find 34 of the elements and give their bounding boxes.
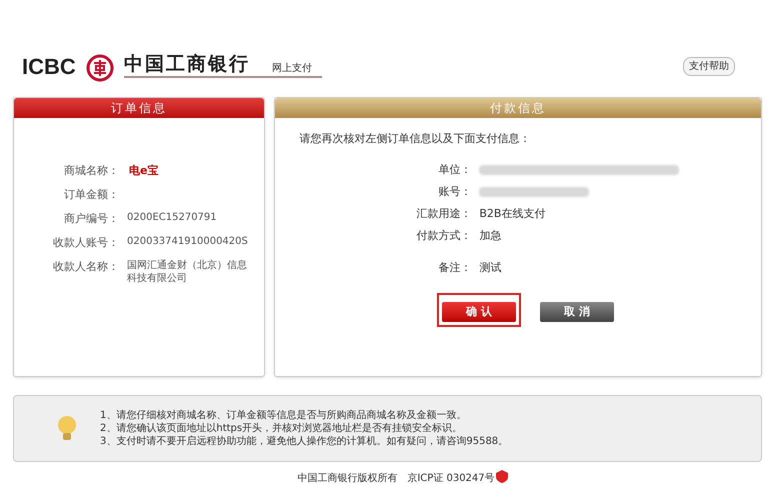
field-value: 加急 bbox=[479, 228, 502, 244]
logo-text: ICBC bbox=[22, 56, 76, 78]
help-button[interactable]: 支付帮助 bbox=[683, 56, 735, 76]
notice-line: 1、请您仔细核对商城名称、订单金额等信息是否与所购商品商城名称及金额一致。 bbox=[100, 409, 468, 422]
field-label: 商户编号： bbox=[63, 211, 119, 227]
notice-line: 2、请您确认该页面地址以https开头，并核对浏览器地址栏是否有挂锁安全标识。 bbox=[100, 422, 464, 435]
field-value: 国网汇通金财（北京）信息科技有限公司 bbox=[127, 259, 248, 285]
instruction-text: 请您再次核对左侧订单信息以及下面支付信息： bbox=[299, 131, 532, 147]
confirm-button[interactable]: 确 认 bbox=[442, 302, 516, 322]
field-label: 收款人名称： bbox=[52, 259, 119, 275]
field-label: 单位： bbox=[437, 162, 472, 178]
field-label: 备注： bbox=[437, 260, 472, 276]
panel-title: 订单信息 bbox=[111, 100, 168, 117]
emblem-icon bbox=[86, 54, 114, 82]
field-value: 电e宝 bbox=[129, 163, 158, 179]
field-label: 收款人账号： bbox=[52, 235, 119, 251]
field-label: 订单金额： bbox=[63, 187, 119, 203]
bank-name: 中国工商银行 bbox=[124, 55, 250, 74]
field-label: 付款方式： bbox=[415, 228, 472, 244]
service-name: 网上支付 bbox=[272, 64, 312, 74]
field-value: B2B在线支付 bbox=[479, 206, 546, 222]
icp-text: 京ICP证 030247号 bbox=[407, 472, 495, 486]
notice-line: 3、支付时请不要开启远程协助功能，避免他人操作您的计算机。如有疑问，请咨询95588。 bbox=[100, 435, 508, 448]
field-label: 账号： bbox=[437, 184, 472, 200]
field-value: 020033741910000420S bbox=[127, 235, 249, 248]
field-value: 测试 bbox=[479, 260, 502, 276]
field-label: 商城名称： bbox=[63, 163, 119, 179]
field-value: 0200EC15270791 bbox=[127, 211, 218, 224]
cancel-button[interactable]: 取 消 bbox=[540, 302, 614, 322]
panel-title: 付款信息 bbox=[490, 100, 546, 117]
field-label: 汇款用途： bbox=[415, 206, 472, 222]
badge-icon bbox=[496, 470, 508, 483]
copyright-text: 中国工商银行版权所有 bbox=[297, 472, 398, 486]
lightbulb-icon bbox=[56, 414, 78, 442]
